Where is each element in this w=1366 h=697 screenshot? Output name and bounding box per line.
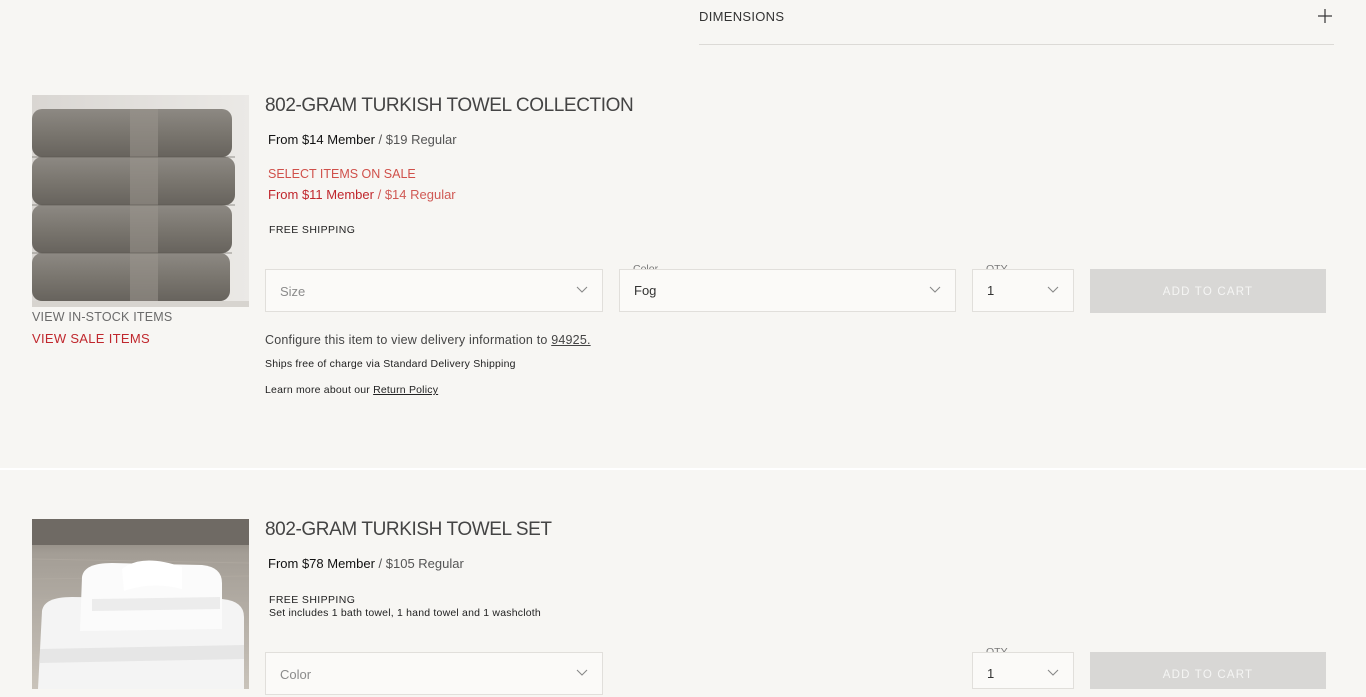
- sale-member-price: From $11 Member: [268, 187, 374, 202]
- dimensions-label: DIMENSIONS: [699, 9, 785, 24]
- product-image-towel-set[interactable]: [32, 519, 249, 689]
- free-shipping-label: FREE SHIPPING: [269, 594, 356, 606]
- product-image-towel-collection[interactable]: [32, 95, 249, 307]
- sale-label: SELECT ITEMS ON SALE: [268, 167, 416, 181]
- towel-stack-image: [32, 95, 249, 307]
- section-divider: [0, 468, 1366, 470]
- color-placeholder: Color: [280, 667, 312, 682]
- plus-icon[interactable]: [1318, 9, 1332, 23]
- product-price: From $78 Member / $105 Regular: [268, 556, 464, 571]
- chevron-down-icon: [1047, 286, 1059, 293]
- chevron-down-icon: [929, 286, 941, 293]
- member-price: From $78 Member: [268, 556, 375, 571]
- price-separator: /: [374, 556, 386, 571]
- qty-select[interactable]: 1: [972, 652, 1074, 689]
- sale-regular-price: $14 Regular: [384, 187, 456, 202]
- view-sale-link[interactable]: VIEW SALE ITEMS: [32, 331, 150, 346]
- chevron-down-icon: [576, 286, 588, 293]
- product-title[interactable]: 802-GRAM TURKISH TOWEL SET: [265, 519, 552, 541]
- product-title[interactable]: 802-GRAM TURKISH TOWEL COLLECTION: [265, 95, 634, 117]
- sale-price-separator: /: [373, 187, 385, 202]
- qty-value: 1: [987, 283, 995, 298]
- dimensions-accordion[interactable]: DIMENSIONS: [699, 0, 1334, 45]
- size-select[interactable]: Size: [265, 269, 603, 312]
- qty-select[interactable]: 1: [972, 269, 1074, 312]
- color-select[interactable]: Fog: [619, 269, 956, 312]
- product-price: From $14 Member / $19 Regular: [268, 132, 457, 147]
- regular-price: $105 Regular: [385, 556, 464, 571]
- size-placeholder: Size: [280, 284, 306, 299]
- shipping-info: Ships free of charge via Standard Delive…: [265, 358, 516, 370]
- set-includes-text: Set includes 1 bath towel, 1 hand towel …: [269, 607, 541, 619]
- zip-code-link[interactable]: 94925.: [551, 333, 590, 347]
- chevron-down-icon: [576, 669, 588, 676]
- chevron-down-icon: [1047, 669, 1059, 676]
- towel-set-image: [32, 519, 249, 689]
- color-value: Fog: [634, 283, 657, 298]
- qty-value: 1: [987, 666, 995, 681]
- add-to-cart-button[interactable]: ADD TO CART: [1090, 652, 1326, 689]
- learn-more-text: Learn more about our: [265, 384, 374, 396]
- delivery-info: Configure this item to view delivery inf…: [265, 333, 591, 347]
- view-in-stock-link[interactable]: VIEW IN-STOCK ITEMS: [32, 310, 172, 324]
- add-to-cart-button[interactable]: ADD TO CART: [1090, 269, 1326, 313]
- return-policy-info: Learn more about our Return Policy: [265, 384, 438, 396]
- regular-price: $19 Regular: [385, 132, 457, 147]
- free-shipping-label: FREE SHIPPING: [269, 224, 356, 236]
- price-separator: /: [374, 132, 386, 147]
- delivery-text: Configure this item to view delivery inf…: [265, 333, 552, 347]
- return-policy-link[interactable]: Return Policy: [373, 384, 438, 396]
- member-price: From $14 Member: [268, 132, 375, 147]
- sale-price: From $11 Member / $14 Regular: [268, 187, 456, 202]
